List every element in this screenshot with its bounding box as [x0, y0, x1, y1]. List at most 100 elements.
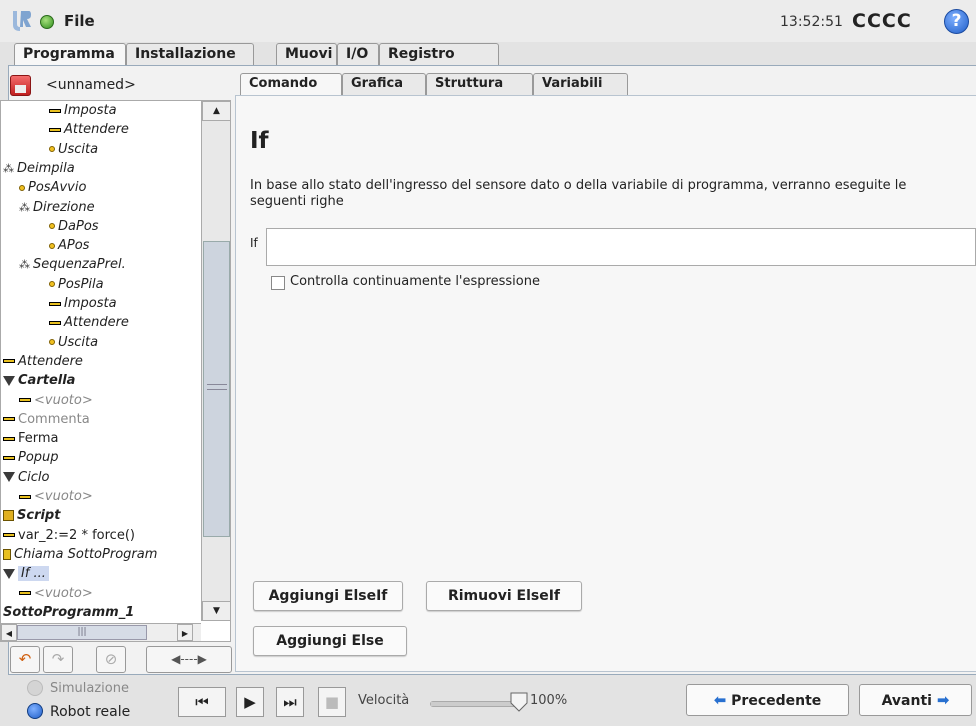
suppress-icon[interactable]: ⊘ — [96, 646, 126, 673]
rewind-icon[interactable]: ⏮ — [178, 687, 226, 717]
arrow-right-icon: ➡ — [936, 691, 950, 709]
tree-item[interactable]: PosAvvio — [19, 178, 86, 197]
tree-item[interactable]: Chiama SottoProgram — [3, 545, 157, 564]
speed-slider[interactable] — [430, 701, 520, 707]
arrow-left-icon: ⬅ — [713, 691, 727, 709]
add-else-button[interactable]: Aggiungi Else — [253, 626, 407, 656]
tab-muovi[interactable]: Muovi — [276, 43, 337, 65]
clock: 13:52:51 — [780, 14, 843, 30]
tree-item[interactable]: Attendere — [49, 313, 129, 332]
tree-item-label: PosAvvio — [28, 180, 87, 196]
waypoint-icon — [49, 223, 55, 230]
tree-item[interactable]: Popup — [3, 448, 59, 467]
scroll-down-icon[interactable]: ▼ — [202, 601, 230, 621]
tree-item[interactable]: ⁂ SequenzaPrel. — [19, 255, 126, 274]
command-icon — [3, 455, 15, 460]
tab-variabili[interactable]: Variabili — [533, 73, 628, 95]
tree-item[interactable]: Ciclo — [3, 468, 49, 487]
tree-item[interactable]: Cartella — [3, 371, 75, 390]
command-icon — [3, 417, 15, 422]
tab-installazione[interactable]: Installazione — [126, 43, 254, 65]
tree-list: Imposta Attendere Uscita ⁂ Deimpila PosAvvio ⁂… — [1, 101, 201, 621]
previous-label: Precedente — [731, 693, 822, 709]
remove-elseif-button[interactable]: Rimuovi ElseIf — [426, 581, 582, 611]
tree-item[interactable]: Script — [3, 506, 60, 525]
tree-item[interactable]: Commenta — [3, 410, 90, 429]
tree-item-label: Attendere — [64, 315, 129, 331]
stop-icon[interactable]: ■ — [318, 687, 346, 717]
tree-item[interactable]: <vuoto> — [19, 584, 93, 603]
tree-item-label: If ... — [18, 566, 49, 582]
command-icon — [49, 320, 61, 325]
tree-item[interactable]: If ... — [3, 564, 49, 583]
expand-collapse-icon[interactable]: ◀----▶ — [146, 646, 232, 673]
previous-button[interactable]: ⬅ Precedente — [686, 684, 849, 716]
scroll-right-icon[interactable]: ▶ — [177, 624, 193, 641]
title-bar: File 13:52:51 CCCC ? — [0, 0, 976, 42]
next-button[interactable]: Avanti ➡ — [859, 684, 972, 716]
command-title: If — [250, 128, 269, 154]
simulation-label: Simulazione — [50, 681, 129, 696]
tree-item[interactable]: ⁂ Direzione — [19, 198, 95, 217]
tree-item[interactable]: APos — [49, 236, 89, 255]
tab-struttura[interactable]: Struttura — [426, 73, 533, 95]
speed-slider-knob-icon[interactable] — [510, 692, 528, 712]
continuous-check-checkbox[interactable] — [271, 276, 285, 290]
tree-item[interactable]: Imposta — [49, 101, 117, 120]
tree-item[interactable]: Uscita — [49, 140, 98, 159]
tree-item[interactable]: Attendere — [3, 352, 83, 371]
command-icon — [3, 436, 15, 441]
file-menu[interactable]: File — [64, 12, 95, 30]
structure-icon: ⁂ — [19, 258, 30, 272]
command-description: In base allo stato dell'ingresso del sen… — [250, 178, 907, 209]
simulation-radio[interactable] — [27, 680, 43, 696]
tree-item[interactable]: ⁂ Deimpila — [3, 159, 75, 178]
tree-item-label: Cartella — [18, 373, 76, 389]
bottom-bar: Simulazione Robot reale ⏮ ▶ ⏭ ■ Velocità… — [0, 676, 976, 726]
tree-item[interactable]: PosPila — [49, 275, 104, 294]
tab-io[interactable]: I/O — [337, 43, 379, 65]
tree-horizontal-scrollbar[interactable]: ◀ ||| ▶ — [1, 623, 201, 641]
scroll-left-icon[interactable]: ◀ — [1, 624, 17, 641]
real-robot-label: Robot reale — [50, 704, 131, 720]
play-icon[interactable]: ▶ — [236, 687, 264, 717]
tree-item[interactable]: <vuoto> — [19, 391, 93, 410]
tree-item-label: SequenzaPrel. — [33, 257, 126, 273]
tree-item[interactable]: DaPos — [49, 217, 99, 236]
tab-comando[interactable]: Comando — [240, 73, 342, 95]
redo-icon[interactable]: ↷ — [43, 646, 73, 673]
tab-grafica[interactable]: Grafica — [342, 73, 426, 95]
tree-item-label: Attendere — [18, 353, 83, 369]
program-tree: Imposta Attendere Uscita ⁂ Deimpila PosAvvio ⁂… — [0, 100, 231, 642]
scroll-up-icon[interactable]: ▲ — [202, 101, 230, 121]
tab-programma[interactable]: Programma — [14, 43, 126, 67]
tree-item[interactable]: Ferma — [3, 429, 59, 448]
tree-vertical-scrollbar[interactable]: ▲ ▼ — [201, 101, 230, 621]
tree-item[interactable]: Imposta — [49, 294, 117, 313]
speed-value: 100% — [530, 693, 568, 708]
h-scroll-thumb[interactable]: ||| — [17, 625, 147, 640]
tree-item[interactable]: <vuoto> — [19, 487, 93, 506]
scroll-thumb[interactable] — [203, 241, 230, 537]
tree-item-label: <vuoto> — [34, 585, 93, 601]
add-elseif-button[interactable]: Aggiungi ElseIf — [253, 581, 403, 611]
tab-registro[interactable]: Registro — [379, 43, 499, 65]
if-expression-input[interactable] — [266, 228, 976, 266]
save-icon[interactable] — [10, 75, 31, 96]
program-header: <unnamed> — [10, 73, 230, 99]
folder-icon — [3, 472, 15, 483]
tree-item[interactable]: var_2:=2 * force() — [3, 526, 135, 545]
real-robot-radio[interactable] — [27, 703, 43, 719]
tree-item[interactable]: Attendere — [49, 120, 129, 139]
tree-item-label: Deimpila — [17, 160, 75, 176]
tree-item[interactable]: SottoProgramm_1 — [3, 603, 134, 621]
tree-item-label: APos — [58, 238, 90, 254]
structure-icon: ⁂ — [19, 200, 30, 214]
waypoint-icon — [49, 242, 55, 249]
tree-item-label: Popup — [18, 450, 59, 466]
step-icon[interactable]: ⏭ — [276, 687, 304, 717]
help-icon[interactable]: ? — [944, 9, 969, 34]
undo-icon[interactable]: ↶ — [10, 646, 40, 673]
tree-item[interactable]: Uscita — [49, 333, 98, 352]
waypoint-icon — [49, 339, 55, 346]
